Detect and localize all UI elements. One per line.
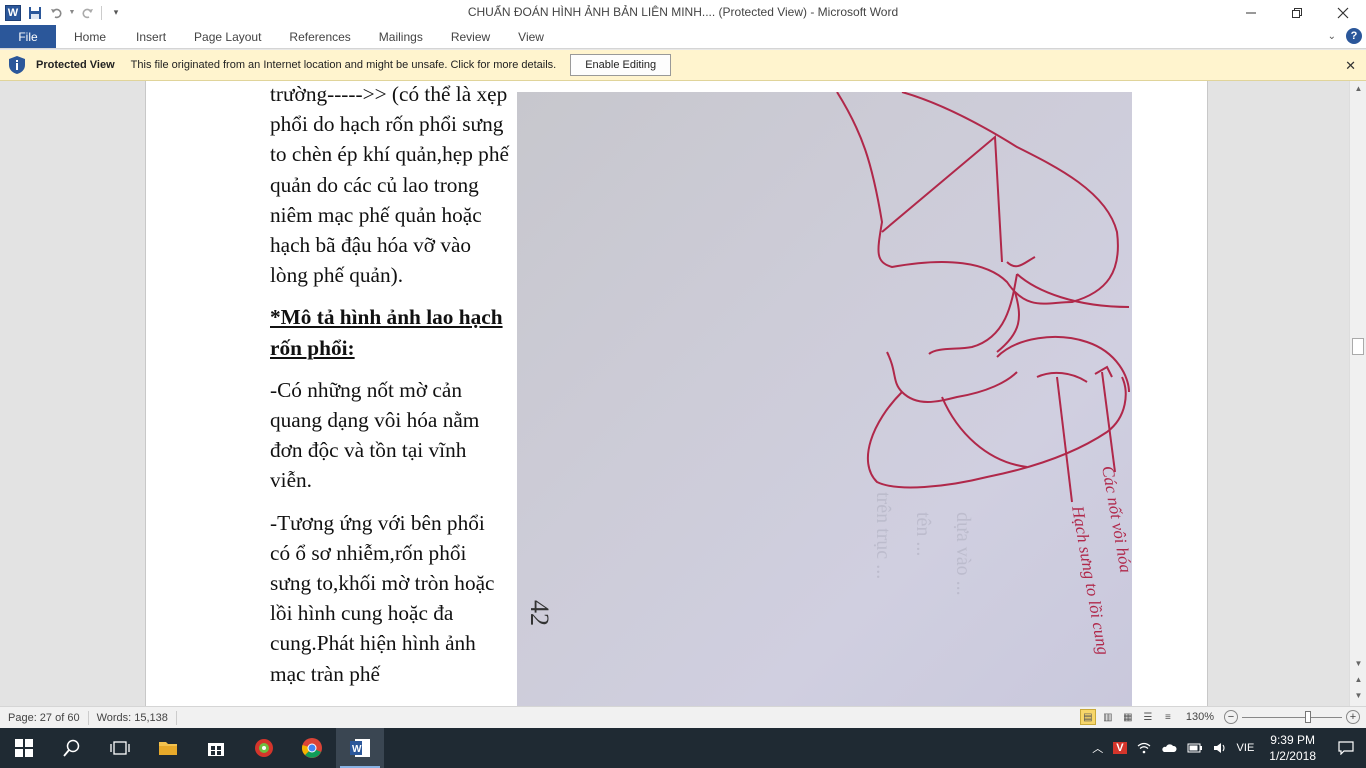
- show-hidden-icons-icon[interactable]: ︿: [1087, 740, 1108, 756]
- next-page-icon[interactable]: ▼: [1350, 688, 1366, 702]
- previous-page-icon[interactable]: ▲: [1350, 672, 1366, 686]
- protected-view-title: Protected View: [36, 59, 115, 71]
- taskbar: W ︿ V VIE 9:39 PM 1/2/2018: [0, 728, 1366, 768]
- text-column: trường----->> (có thể là xẹp phổi do hạc…: [270, 81, 510, 701]
- tab-page-layout[interactable]: Page Layout: [180, 25, 275, 48]
- status-bar: Page: 27 of 60 Words: 15,138 ▤ ▥ ▦ ☰ ≡ 1…: [0, 706, 1366, 728]
- search-icon[interactable]: [48, 728, 96, 768]
- window-title: CHUẨN ĐOÁN HÌNH ẢNH BẢN LIÊN MINH.... (P…: [467, 5, 899, 19]
- start-icon[interactable]: [0, 728, 48, 768]
- system-tray: ︿ V VIE 9:39 PM 1/2/2018: [1087, 728, 1366, 768]
- draft-icon[interactable]: ≡: [1160, 709, 1176, 725]
- restore-button[interactable]: [1274, 0, 1320, 25]
- zoom-track: [1242, 717, 1342, 718]
- ribbon-tabs: File Home Insert Page Layout References …: [0, 25, 1366, 49]
- annotation-enlarged-lymph-node: Hạch sưng to lồi cung: [1068, 503, 1113, 656]
- document-area[interactable]: trường----->> (có thể là xẹp phổi do hạc…: [0, 81, 1349, 706]
- input-language[interactable]: VIE: [1232, 742, 1260, 754]
- ribbon-right-controls: ⌄ ?: [1328, 28, 1362, 44]
- window-controls: [1228, 0, 1366, 25]
- minimize-button[interactable]: [1228, 0, 1274, 25]
- shield-icon: [7, 54, 27, 76]
- tab-insert[interactable]: Insert: [122, 25, 180, 48]
- zoom-out-icon[interactable]: −: [1224, 710, 1238, 724]
- word-count[interactable]: Words: 15,138: [89, 710, 177, 725]
- word-icon[interactable]: W: [336, 728, 384, 768]
- vietkey-icon[interactable]: V: [1108, 742, 1131, 754]
- word-app-icon[interactable]: W: [2, 2, 24, 24]
- embedded-image[interactable]: dựa vào ... tên ... trên trục ... Các nố…: [517, 92, 1132, 706]
- document-page[interactable]: trường----->> (có thể là xẹp phổi do hạc…: [145, 81, 1208, 706]
- qat-separator: [101, 5, 102, 20]
- svg-text:dựa vào ...: dựa vào ...: [952, 512, 974, 596]
- paragraph: trường----->> (có thể là xẹp phổi do hạc…: [270, 82, 509, 288]
- print-layout-icon[interactable]: ▤: [1079, 709, 1096, 725]
- title-bar: W ▼ ▾ CHUẨN ĐOÁN HÌNH ẢNH BẢN LIÊN MINH.…: [0, 0, 1366, 25]
- tab-home[interactable]: Home: [56, 25, 122, 48]
- enable-editing-button[interactable]: Enable Editing: [570, 54, 672, 76]
- clock-time: 9:39 PM: [1270, 733, 1315, 747]
- store-icon[interactable]: [192, 728, 240, 768]
- scroll-thumb[interactable]: [1352, 338, 1364, 355]
- customize-qat-icon[interactable]: ▾: [105, 2, 127, 24]
- wifi-icon[interactable]: [1132, 742, 1156, 754]
- ribbon-expand-icon[interactable]: ⌄: [1328, 31, 1336, 42]
- vertical-scrollbar[interactable]: ▲ ▼ ▲ ▼: [1349, 81, 1366, 706]
- svg-text:trên trục ...: trên trục ...: [872, 492, 894, 579]
- save-icon[interactable]: [24, 2, 46, 24]
- protected-view-bar: Protected View This file originated from…: [0, 50, 1366, 81]
- chrome-icon[interactable]: [288, 728, 336, 768]
- battery-icon[interactable]: [1182, 743, 1208, 753]
- tab-references[interactable]: References: [275, 25, 364, 48]
- zoom-in-icon[interactable]: +: [1346, 710, 1360, 724]
- zoom-knob[interactable]: [1305, 711, 1311, 723]
- close-button[interactable]: [1320, 0, 1366, 25]
- close-icon[interactable]: ✕: [1345, 58, 1356, 74]
- undo-dropdown-icon[interactable]: ▼: [68, 2, 76, 24]
- tab-review[interactable]: Review: [437, 25, 504, 48]
- zoom-level[interactable]: 130%: [1186, 711, 1214, 723]
- outline-icon[interactable]: ☰: [1140, 709, 1156, 725]
- task-view-icon[interactable]: [96, 728, 144, 768]
- quick-access-toolbar: W ▼ ▾: [0, 0, 127, 25]
- page-number-mark: 42: [525, 600, 554, 626]
- clock[interactable]: 9:39 PM 1/2/2018: [1259, 732, 1326, 764]
- tab-file[interactable]: File: [0, 25, 56, 48]
- full-screen-reading-icon[interactable]: ▥: [1100, 709, 1116, 725]
- clock-date: 1/2/2018: [1269, 749, 1316, 763]
- paragraph: -Tương ứng với bên phổi có ổ sơ nhiễm,rố…: [270, 510, 495, 686]
- redo-icon[interactable]: [76, 2, 98, 24]
- onedrive-icon[interactable]: [1156, 743, 1182, 753]
- notifications-icon[interactable]: [1326, 741, 1366, 755]
- page-count[interactable]: Page: 27 of 60: [0, 710, 89, 725]
- zoom-slider[interactable]: [1242, 709, 1342, 725]
- app-icon[interactable]: [240, 728, 288, 768]
- protected-view-message[interactable]: This file originated from an Internet lo…: [131, 59, 557, 71]
- section-heading: *Mô tả hình ảnh lao hạch rốn phổi:: [270, 305, 503, 360]
- annotation-calcified-nodules: Các nốt vôi hóa: [1098, 464, 1132, 574]
- file-explorer-icon[interactable]: [144, 728, 192, 768]
- view-controls: ▤ ▥ ▦ ☰ ≡ 130% − +: [1079, 709, 1360, 725]
- tab-view[interactable]: View: [504, 25, 558, 48]
- hand-drawing-svg: dựa vào ... tên ... trên trục ... Các nố…: [525, 92, 1132, 656]
- tab-mailings[interactable]: Mailings: [365, 25, 437, 48]
- help-icon[interactable]: ?: [1346, 28, 1362, 44]
- svg-text:tên ...: tên ...: [912, 512, 934, 556]
- undo-icon[interactable]: [46, 2, 68, 24]
- web-layout-icon[interactable]: ▦: [1120, 709, 1136, 725]
- volume-icon[interactable]: [1208, 742, 1232, 754]
- paragraph: -Có những nốt mờ cản quang dạng vôi hóa …: [270, 377, 480, 493]
- svg-text:W: W: [352, 744, 362, 755]
- scroll-down-icon[interactable]: ▼: [1350, 656, 1366, 670]
- scroll-up-icon[interactable]: ▲: [1350, 81, 1366, 95]
